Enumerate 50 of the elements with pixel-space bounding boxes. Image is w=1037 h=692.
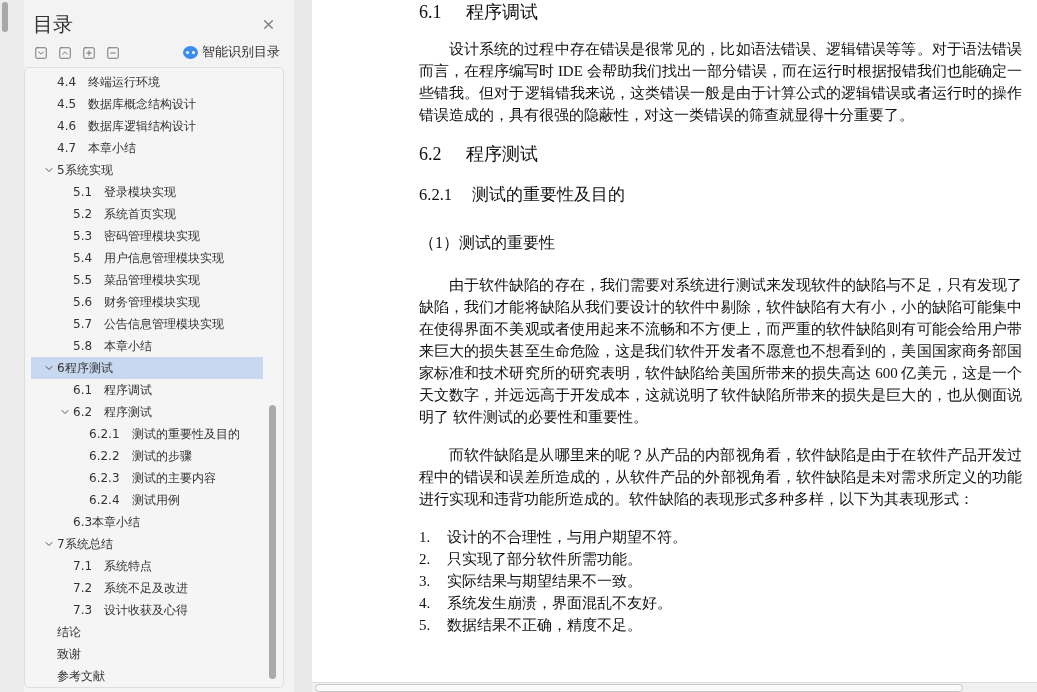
toc-item[interactable]: 5.5 菜品管理模块实现 [31,269,263,291]
list-item: 4. 系统发生崩溃，界面混乱不友好。 [419,594,673,613]
collapse-all-icon[interactable] [106,45,120,60]
section-heading: 6.2 程序测试 [419,143,539,166]
collapse-up-icon[interactable] [58,45,72,60]
paragraph: 而软件缺陷是从哪里来的呢？从产品的内部视角看，软件缺陷是由于在软件产品开发过程中的错误和误差所造成的，从软件产品的外部视角看，软件缺陷是未对需求所定义的功能进行实现和违背功能所造成的。软件缺陷的表现形式多种多样，以下为其表现形式： [419,446,1022,509]
collapse-down-icon[interactable] [34,45,48,60]
toc-item[interactable]: 7.2 系统不足及改进 [31,577,263,599]
toc-item[interactable]: 6.2.4 测试用例 [31,489,263,511]
section-heading: 6.1 程序调试 [419,1,539,24]
smart-toc-button[interactable]: 智能识别目录 [183,44,280,61]
toc-item[interactable]: 5.7 公告信息管理模块实现 [31,313,263,335]
toc-item[interactable]: 6.3本章小结 [31,511,263,533]
toc-item[interactable]: 4.6 数据库逻辑结构设计 [31,115,263,137]
toc-item[interactable]: 致谢 [31,643,263,665]
toc-item[interactable]: 5.2 系统首页实现 [31,203,263,225]
toc-item[interactable]: 6.2.2 测试的步骤 [31,445,263,467]
subsection-heading: 6.2.1 测试的重要性及目的 [419,184,626,206]
toc-item[interactable]: 4.7 本章小结 [31,137,263,159]
toc-item[interactable]: 结论 [31,621,263,643]
paragraph: 设计系统的过程中存在错误是很常见的，比如语法错误、逻辑错误等等。对于语法错误而言，在程序编写时 IDE 会帮助我们找出一部分错误，而在运行时根据报错我们也能确定一些错我。但对于逻辑错我来说，这类错误一般是由于计算公式的逻辑错误或者运行时的操作错误造成的，具有很强的隐蔽性，对这一类错误的筛查就显得十分重要了。 [419,40,1022,125]
toc-item[interactable]: 6.2.1 测试的重要性及目的 [31,423,263,445]
toc-item[interactable]: 5系统实现 [31,159,263,181]
list-item: 5. 数据结果不正确，精度不足。 [419,616,643,635]
list-item: 2. 只实现了部分软件所需功能。 [419,550,643,569]
expand-all-icon[interactable] [82,45,96,60]
toc-item[interactable]: 6程序测试 [31,357,263,379]
toc-item[interactable]: 7系统总结 [31,533,263,555]
toc-item[interactable]: 4.5 数据库概念结构设计 [31,93,263,115]
subheading: （1）测试的重要性 [419,233,556,253]
toc-item[interactable]: 7.1 系统特点 [31,555,263,577]
panel-title: 目录 [33,10,73,38]
list-item: 1. 设计的不合理性，与用户期望不符。 [419,528,688,547]
toc-item[interactable]: 5.3 密码管理模块实现 [31,225,263,247]
toc-item[interactable]: 6.2 程序测试 [31,401,263,423]
list-item: 3. 实际结果与期望结果不一致。 [419,572,643,591]
robot-face-icon [183,46,198,59]
toc-item[interactable]: 5.6 财务管理模块实现 [31,291,263,313]
toc-item[interactable]: 4.4 终端运行环境 [31,71,263,93]
toc-item[interactable]: 6.2.3 测试的主要内容 [31,467,263,489]
toc-item[interactable]: 7.3 设计收获及心得 [31,599,263,621]
toc-item[interactable]: 5.4 用户信息管理模块实现 [31,247,263,269]
toc-item[interactable]: 6.1 程序调试 [31,379,263,401]
paragraph: 由于软件缺陷的存在，我们需要对系统进行测试来发现软件的缺陷与不足，只有发现了缺陷，我们才能将缺陷从我们要设计的软件中剔除，软件缺陷有大有小，小的缺陷可能集中在使得界面不美观或者使用起来不流畅和不方便上，而严重的软件缺陷则有可能会给用户带来巨大的损失甚至生命危险，这是我们软件开发者不愿意也不想看到的，美国国家商务部国家标准和技术研究所的研究表明，软件缺陷给美国所带来的损失高达 600 亿美元，这是一个天文数字，并远远高于开发成本，这就说明了软件缺陷所带来的损失是巨大的，也从侧面说明了 软件测试的必要性和重要性。 [419,276,1022,427]
scrollbar-thumb[interactable] [315,684,963,692]
scrollbar-thumb[interactable] [269,405,276,679]
toc-item[interactable]: 5.8 本章小结 [31,335,263,357]
scrollbar-thumb[interactable] [2,2,8,32]
toc-item[interactable]: 5.1 登录模块实现 [31,181,263,203]
toc-item[interactable]: 参考文献 [31,665,263,687]
